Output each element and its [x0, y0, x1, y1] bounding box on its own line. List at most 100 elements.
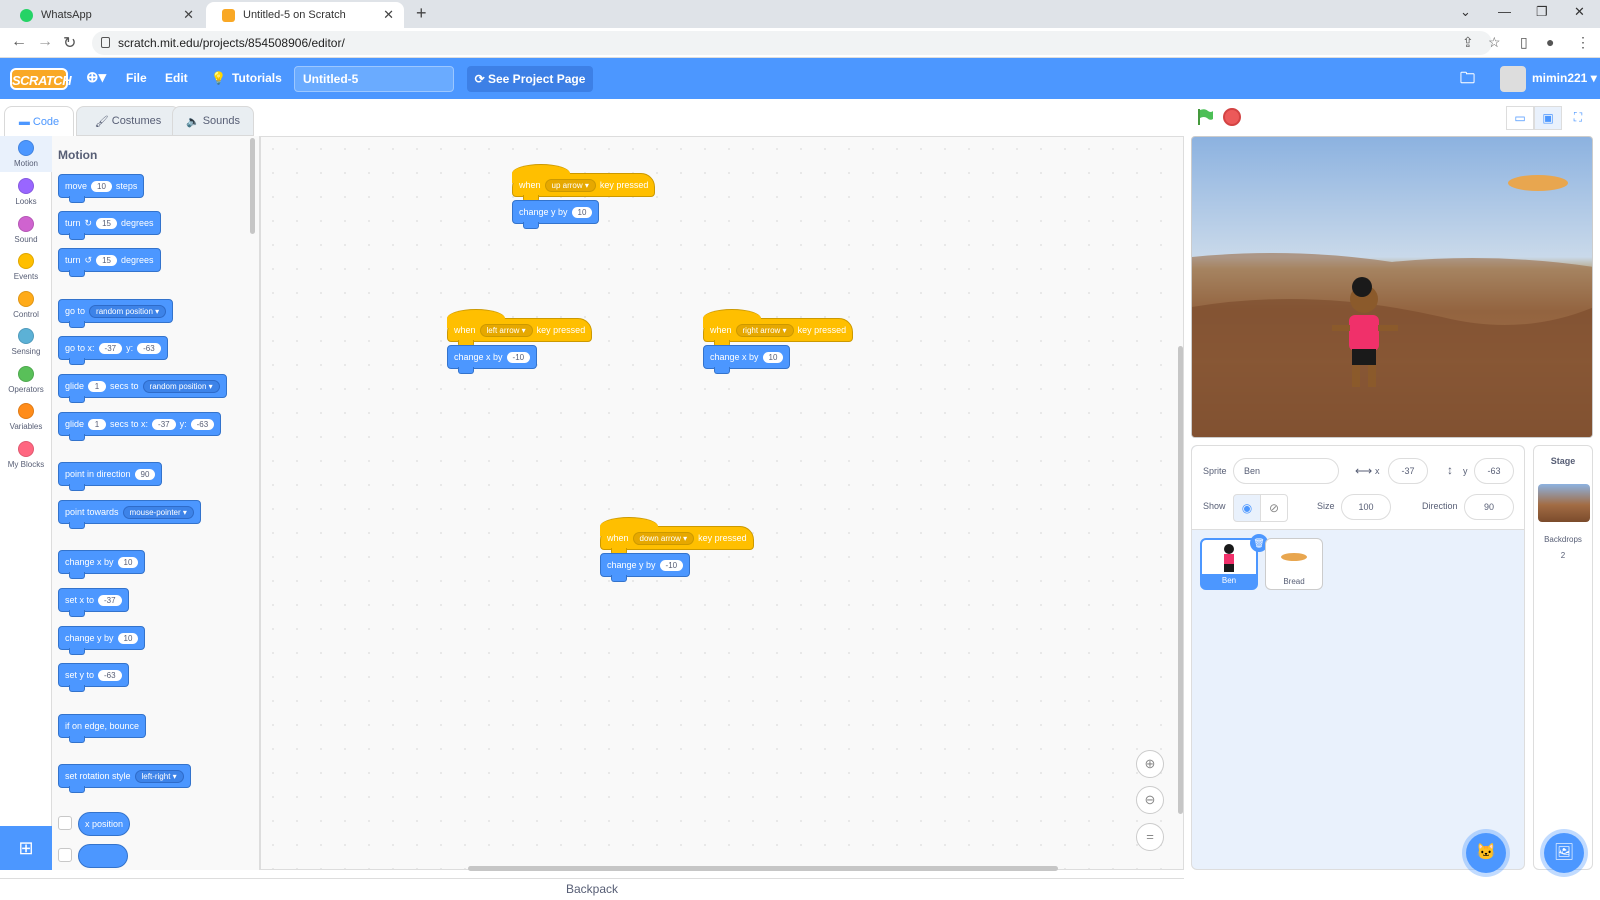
- glide-to-xy-block[interactable]: glide 1 secs to x: -37 y: -63: [58, 412, 222, 441]
- browser-menu-icon[interactable]: ⋮: [1576, 34, 1590, 51]
- edit-menu[interactable]: Edit: [165, 71, 188, 85]
- category-variables[interactable]: Variables: [0, 399, 52, 431]
- turn-right-block[interactable]: turn ↻ 15 degrees: [58, 211, 161, 240]
- palette-scrollbar[interactable]: [250, 138, 255, 234]
- see-project-page-button[interactable]: ⟳ See Project Page: [467, 66, 593, 92]
- tab-costumes[interactable]: 🖌 Costumes: [76, 106, 180, 136]
- point-towards-block[interactable]: point towards mouse-pointer ▾: [58, 500, 201, 529]
- back-icon[interactable]: ←: [11, 33, 27, 51]
- maximize-icon[interactable]: ❐: [1536, 4, 1548, 20]
- tab-sounds[interactable]: 🔈 Sounds: [172, 106, 254, 136]
- workspace-vertical-scrollbar[interactable]: [1178, 346, 1183, 814]
- language-globe-icon[interactable]: ⊕▾: [86, 68, 106, 86]
- glide-to-block[interactable]: glide 1 secs to random position ▾: [58, 374, 227, 403]
- bounce-block[interactable]: if on edge, bounce: [58, 714, 147, 743]
- forward-icon[interactable]: →: [37, 33, 53, 51]
- profile-icon[interactable]: ●: [1546, 34, 1554, 50]
- x-input[interactable]: -37: [1388, 458, 1428, 484]
- size-input[interactable]: 100: [1341, 494, 1391, 520]
- block-dropdown[interactable]: left-right ▾: [134, 769, 184, 783]
- block-dropdown[interactable]: mouse-pointer ▾: [122, 505, 194, 519]
- block-input[interactable]: 10: [762, 351, 784, 363]
- add-extension-button[interactable]: ⊞: [0, 826, 52, 870]
- category-control[interactable]: Control: [0, 287, 52, 319]
- block-input[interactable]: -37: [152, 418, 176, 430]
- block-input[interactable]: 90: [134, 468, 156, 480]
- show-hidden-icon[interactable]: ⊘: [1260, 494, 1288, 522]
- bread-sprite[interactable]: [1508, 175, 1568, 191]
- block-input[interactable]: -37: [98, 594, 122, 606]
- change-x-script-block[interactable]: change x by 10: [703, 345, 791, 374]
- block-input[interactable]: 1: [88, 418, 107, 430]
- y-position-reporter[interactable]: [78, 844, 128, 868]
- tutorials-button[interactable]: Tutorials: [232, 71, 282, 85]
- my-stuff-folder-icon[interactable]: 🗀: [1460, 68, 1475, 93]
- tab-code[interactable]: ▬ Code: [4, 106, 74, 136]
- category-looks[interactable]: Looks: [0, 174, 52, 206]
- when-key-pressed-hat[interactable]: when up arrow ▾ key pressed: [512, 164, 656, 202]
- key-dropdown[interactable]: left arrow ▾: [479, 323, 533, 337]
- browser-tab-scratch[interactable]: Untitled-5 on Scratch ✕: [206, 2, 404, 28]
- close-icon[interactable]: ✕: [383, 7, 394, 23]
- point-in-direction-block[interactable]: point in direction 90: [58, 462, 163, 491]
- account-menu[interactable]: mimin221 ▾: [1532, 71, 1597, 85]
- stage-selector[interactable]: Stage Backdrops 2 🖼: [1533, 445, 1593, 873]
- new-tab-icon[interactable]: +: [416, 3, 427, 24]
- share-icon[interactable]: ⇪: [1462, 34, 1474, 51]
- category-sensing[interactable]: Sensing: [0, 324, 52, 356]
- green-flag-icon[interactable]: [1196, 108, 1214, 126]
- category-motion[interactable]: Motion: [0, 136, 52, 172]
- x-position-checkbox[interactable]: [58, 816, 72, 830]
- workspace-horizontal-scrollbar[interactable]: [468, 866, 1058, 871]
- set-x-block[interactable]: set x to -37: [58, 588, 129, 617]
- window-close-icon[interactable]: ✕: [1574, 4, 1585, 20]
- go-to-xy-block[interactable]: go to x: -37 y: -63: [58, 336, 168, 365]
- category-events[interactable]: Events: [0, 249, 52, 281]
- change-y-block[interactable]: change y by 10: [58, 626, 146, 655]
- rotation-style-block[interactable]: set rotation style left-right ▾: [58, 764, 191, 793]
- change-y-script-block[interactable]: change y by 10: [512, 200, 600, 229]
- when-key-pressed-hat[interactable]: when down arrow ▾ key pressed: [600, 517, 754, 555]
- file-menu[interactable]: File: [126, 71, 147, 85]
- set-y-block[interactable]: set y to -63: [58, 663, 129, 692]
- tab-search-icon[interactable]: ⌄: [1460, 4, 1471, 20]
- turn-left-block[interactable]: turn ↺ 15 degrees: [58, 248, 161, 277]
- block-input[interactable]: 10: [117, 632, 139, 644]
- category-my-blocks[interactable]: My Blocks: [0, 437, 52, 469]
- small-stage-icon[interactable]: ▭: [1506, 106, 1534, 130]
- block-input[interactable]: 1: [88, 380, 107, 392]
- sprite-thumb-ben[interactable]: 🗑 Ben: [1200, 534, 1268, 590]
- category-sound[interactable]: Sound: [0, 212, 52, 244]
- choose-sprite-button[interactable]: 🐱: [1466, 833, 1506, 873]
- direction-input[interactable]: 90: [1464, 494, 1514, 520]
- project-title-input[interactable]: Untitled-5: [294, 66, 454, 92]
- backpack-bar[interactable]: Backpack: [0, 878, 1184, 900]
- y-input[interactable]: -63: [1474, 458, 1514, 484]
- move-steps-block[interactable]: move 10 steps: [58, 174, 145, 203]
- scratch-logo[interactable]: SCRATCH: [10, 68, 72, 90]
- avatar[interactable]: [1500, 66, 1526, 92]
- change-y-script-block[interactable]: change y by -10: [600, 553, 691, 582]
- y-position-checkbox[interactable]: [58, 848, 72, 862]
- stop-icon[interactable]: [1223, 108, 1241, 126]
- block-input[interactable]: -63: [190, 418, 215, 430]
- bookmark-star-icon[interactable]: ☆: [1488, 34, 1501, 51]
- block-input[interactable]: -37: [98, 342, 123, 354]
- zoom-in-icon[interactable]: ⊕: [1136, 750, 1164, 778]
- zoom-out-icon[interactable]: ⊖: [1136, 786, 1164, 814]
- block-input[interactable]: 15: [96, 217, 117, 229]
- zoom-reset-icon[interactable]: =: [1136, 823, 1164, 851]
- minimize-icon[interactable]: —: [1498, 4, 1511, 19]
- when-key-pressed-hat[interactable]: when left arrow ▾ key pressed: [447, 309, 593, 347]
- go-to-block[interactable]: go to random position ▾: [58, 299, 174, 328]
- sprite-thumb-bread[interactable]: Bread: [1265, 538, 1323, 590]
- url-input[interactable]: scratch.mit.edu/projects/854508906/edito…: [92, 31, 1492, 55]
- block-input[interactable]: 10: [571, 206, 593, 218]
- block-input[interactable]: -10: [659, 559, 684, 571]
- show-visible-icon[interactable]: ◉: [1233, 494, 1261, 522]
- normal-stage-icon[interactable]: ▣: [1534, 106, 1562, 130]
- block-input[interactable]: 15: [96, 254, 117, 266]
- change-x-block[interactable]: change x by 10: [58, 550, 146, 579]
- block-dropdown[interactable]: random position ▾: [89, 304, 167, 318]
- category-operators[interactable]: Operators: [0, 362, 52, 394]
